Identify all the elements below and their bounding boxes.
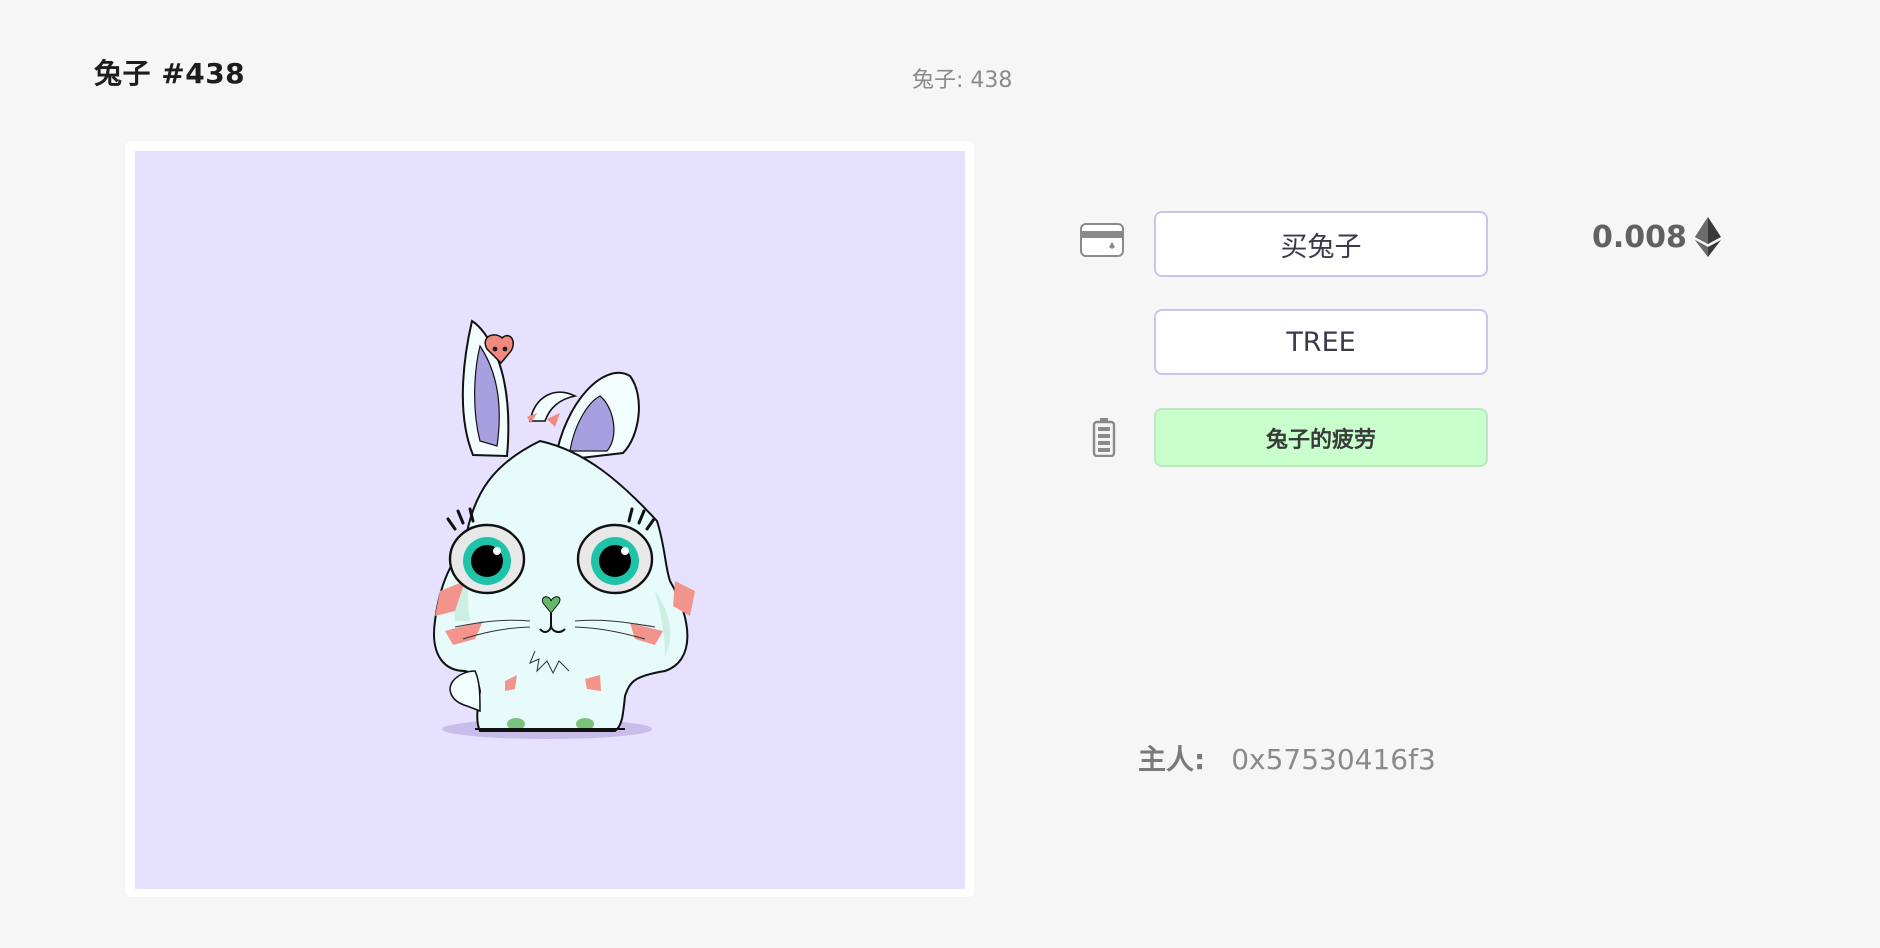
bunny-fatigue-button[interactable]: 兔子的疲劳	[1154, 408, 1488, 467]
artwork-frame	[125, 141, 975, 897]
price-display: 0.008	[1592, 217, 1721, 257]
page-title: 兔子 #438	[94, 57, 246, 90]
owner-info: 主人: 0x57530416f3	[1138, 738, 1436, 778]
page: 兔子 #438 兔子: 438 买兔子 0.008 TREE 兔子的疲劳 主人:…	[0, 0, 1880, 948]
credit-card-icon	[1080, 222, 1124, 258]
owner-address[interactable]: 0x57530416f3	[1231, 743, 1436, 776]
price-value: 0.008	[1592, 219, 1687, 255]
tree-button[interactable]: TREE	[1154, 309, 1488, 375]
buy-bunny-button[interactable]: 买兔子	[1154, 211, 1488, 277]
page-subtitle: 兔子: 438	[912, 68, 1013, 93]
artwork-image	[135, 151, 965, 889]
owner-label: 主人:	[1138, 743, 1206, 776]
battery-icon	[1090, 416, 1118, 458]
bunny-illustration	[433, 319, 695, 739]
ethereum-icon	[1694, 217, 1721, 257]
